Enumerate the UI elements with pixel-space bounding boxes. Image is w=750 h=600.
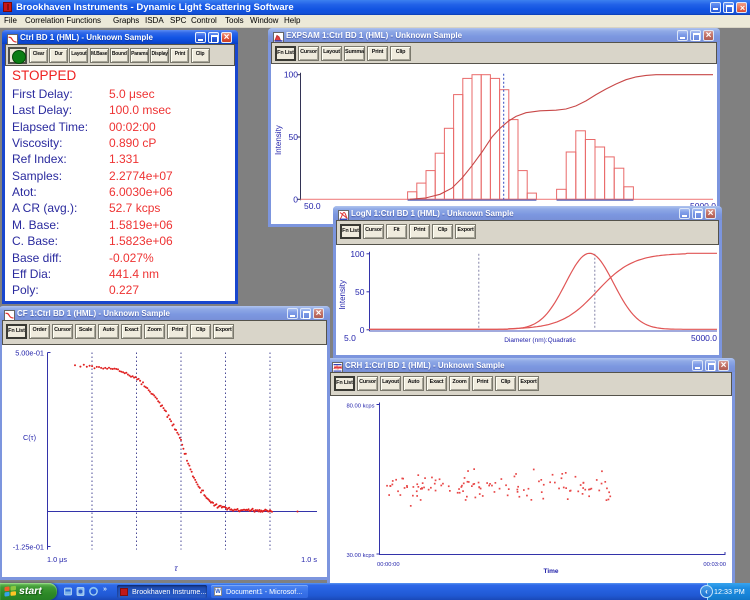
svg-text:00:00:00: 00:00:00 (377, 562, 400, 568)
svg-text:80.00 kcps: 80.00 kcps (346, 404, 374, 410)
svg-text:1.0 μs: 1.0 μs (47, 555, 67, 564)
svg-text:50: 50 (289, 132, 299, 142)
svg-text:5000.0: 5000.0 (691, 333, 717, 343)
svg-text:100: 100 (284, 70, 298, 80)
svg-text:0: 0 (293, 194, 298, 204)
svg-text:50: 50 (355, 287, 365, 297)
svg-text:5.0: 5.0 (344, 333, 356, 343)
svg-text:τ: τ (174, 563, 178, 573)
svg-text:1.0 s: 1.0 s (301, 555, 317, 564)
svg-text:00:03:00: 00:03:00 (703, 562, 726, 568)
svg-text:-1.25e-01: -1.25e-01 (13, 543, 44, 552)
svg-text:100: 100 (350, 249, 364, 259)
svg-text:50.0: 50.0 (304, 201, 321, 211)
svg-text:30.00 kcps: 30.00 kcps (346, 553, 374, 559)
svg-text:Intensity: Intensity (338, 280, 347, 310)
svg-text:0: 0 (360, 325, 365, 335)
svg-text:5.00e-01: 5.00e-01 (15, 349, 44, 358)
svg-text:Time: Time (543, 568, 558, 575)
svg-text:Diameter (nm):Quadratic: Diameter (nm):Quadratic (504, 337, 576, 344)
svg-text:Intensity: Intensity (274, 125, 283, 155)
svg-text:C(τ): C(τ) (23, 433, 36, 442)
